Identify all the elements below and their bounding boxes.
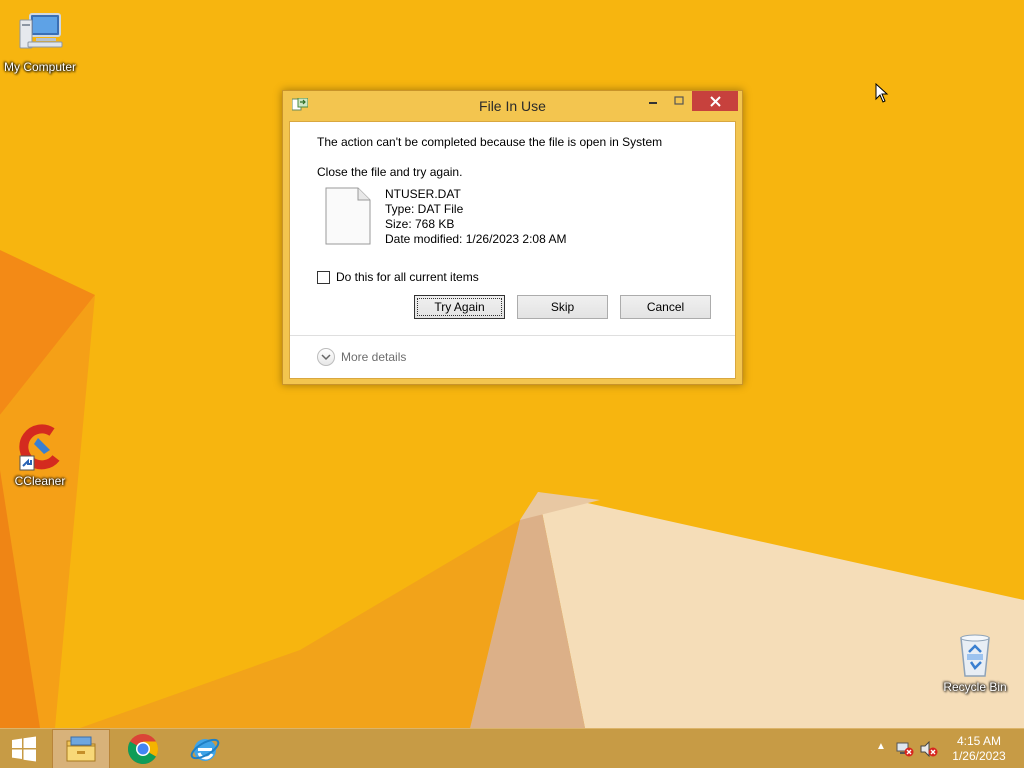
try-again-button[interactable]: Try Again [414, 295, 505, 319]
file-size: Size: 768 KB [385, 217, 455, 231]
instruction-text: Close the file and try again. [317, 165, 463, 179]
maximize-icon [674, 96, 684, 105]
minimize-button[interactable] [640, 91, 666, 111]
maximize-button[interactable] [666, 91, 692, 111]
dialog-divider [290, 335, 735, 336]
clock-date: 1/26/2023 [952, 749, 1006, 763]
more-details-label[interactable]: More details [341, 350, 406, 364]
windows-logo-icon [12, 736, 36, 762]
error-message: The action can't be completed because th… [317, 135, 663, 149]
skip-button[interactable]: Skip [517, 295, 608, 319]
recycle-bin-icon [951, 630, 999, 678]
taskbar: ▲ 4:15 AM 1/26/2023 [0, 728, 1024, 768]
more-details-toggle[interactable]: More details [317, 348, 406, 366]
generic-file-icon [325, 187, 371, 245]
desktop-icon-recycle-bin[interactable]: Recycle Bin [935, 630, 1015, 694]
mouse-cursor-icon [875, 83, 889, 103]
taskbar-clock[interactable]: 4:15 AM 1/26/2023 [944, 734, 1014, 764]
apply-to-all-checkbox[interactable] [317, 270, 330, 284]
chrome-icon [127, 734, 159, 765]
file-type: Type: DAT File [385, 202, 464, 216]
file-date-modified: Date modified: 1/26/2023 2:08 AM [385, 232, 567, 246]
minimize-icon [649, 102, 657, 104]
desktop-icon-label: CCleaner [14, 474, 66, 488]
desktop-icon-label: Recycle Bin [943, 680, 1007, 694]
taskbar-internet-explorer[interactable] [176, 729, 234, 768]
close-icon [709, 95, 721, 107]
show-hidden-icons-icon[interactable]: ▲ [876, 741, 886, 752]
chevron-down-icon[interactable] [317, 348, 335, 366]
clock-time: 4:15 AM [956, 734, 1002, 748]
taskbar-file-explorer[interactable] [52, 729, 110, 768]
apply-to-all-label[interactable]: Do this for all current items [336, 270, 479, 284]
start-button[interactable] [0, 729, 48, 768]
focus-rectangle [417, 298, 502, 316]
desktop-icon-my-computer[interactable]: My Computer [0, 10, 80, 74]
dialog-content: The action can't be completed because th… [289, 121, 736, 379]
file-explorer-icon [66, 736, 96, 762]
cancel-button[interactable]: Cancel [620, 295, 711, 319]
dialog-title-bar[interactable]: File In Use [283, 91, 742, 121]
computer-icon [16, 10, 64, 58]
close-button[interactable] [692, 91, 738, 111]
desktop-icon-ccleaner[interactable]: CCleaner [0, 424, 80, 488]
skip-label: Skip [550, 300, 575, 314]
apply-to-all-option[interactable]: Do this for all current items [317, 270, 479, 284]
internet-explorer-icon [190, 738, 220, 761]
ccleaner-icon [16, 424, 64, 472]
cancel-label: Cancel [646, 300, 685, 314]
file-name: NTUSER.DAT [385, 187, 461, 201]
taskbar-chrome[interactable] [114, 729, 172, 768]
file-in-use-dialog: File In Use The action can't be complete… [282, 90, 743, 385]
volume-muted-icon[interactable] [920, 741, 938, 757]
desktop-icon-label: My Computer [3, 60, 77, 74]
network-icon[interactable] [896, 741, 914, 757]
